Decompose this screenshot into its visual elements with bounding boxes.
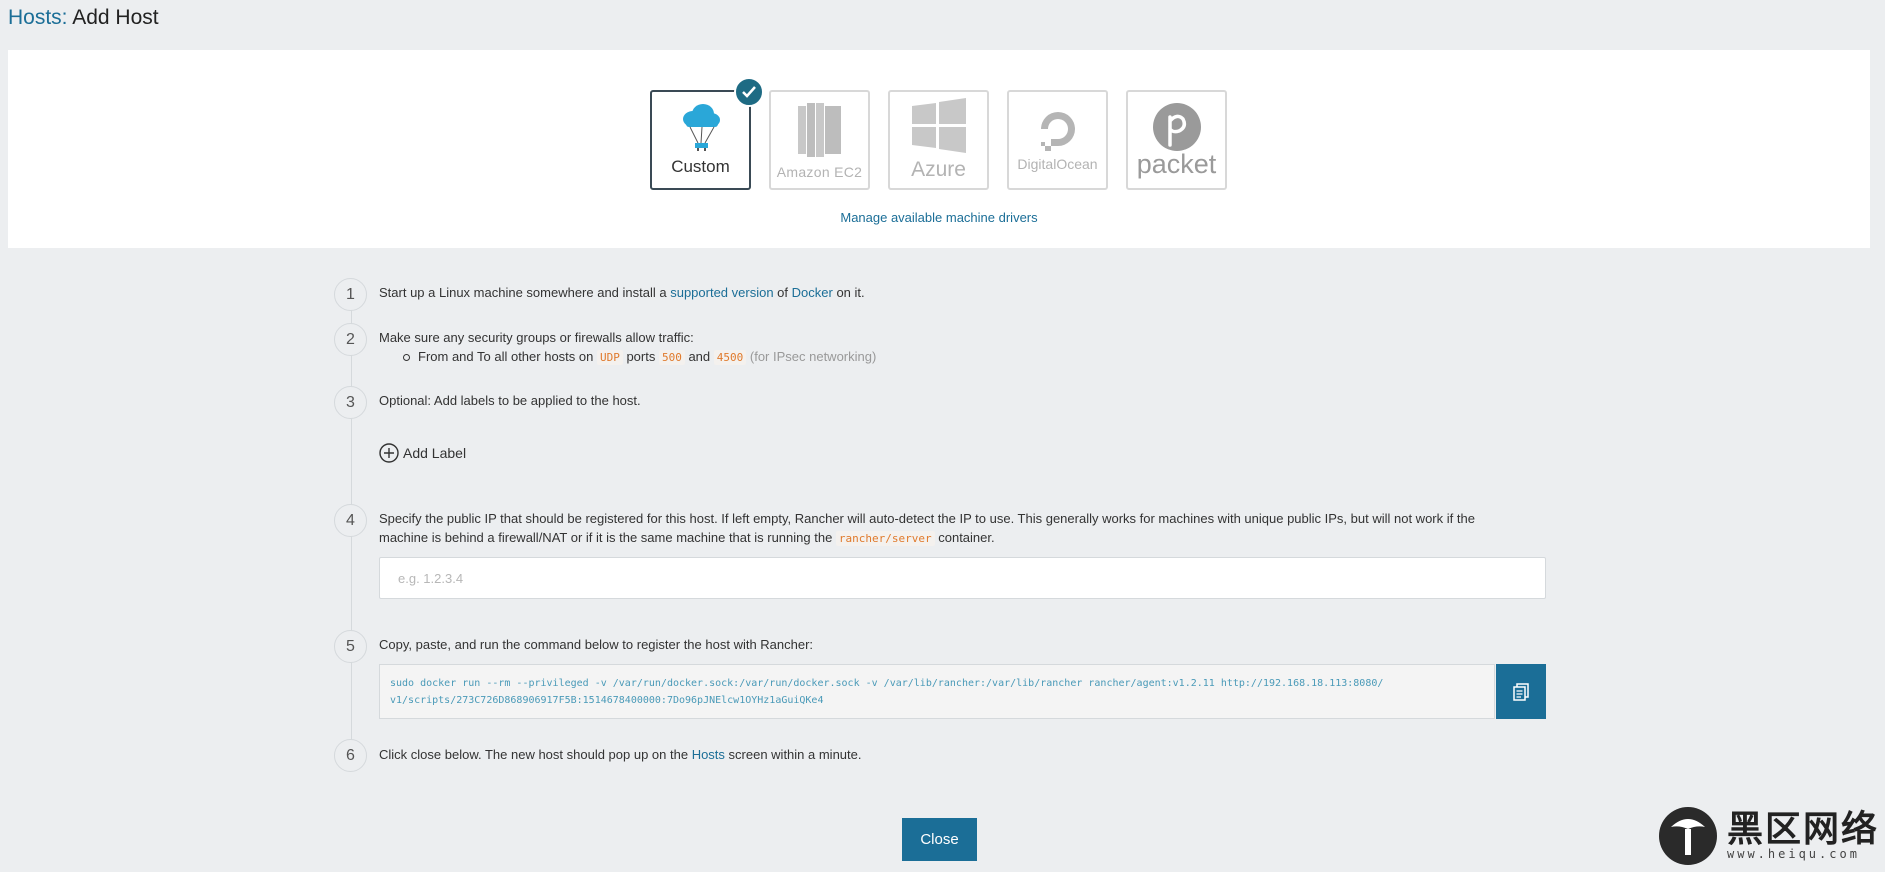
supported-version-link[interactable]: supported version (670, 285, 773, 300)
step-number-1: 1 (334, 278, 367, 311)
driver-custom[interactable]: Custom (650, 77, 764, 190)
step-2-bullet: From and To all other hosts on UDP ports… (379, 347, 876, 367)
rancher-server-code: rancher/server (835, 531, 935, 546)
aws-ec2-icon (797, 103, 841, 157)
close-button[interactable]: Close (902, 818, 977, 861)
page-title: Hosts: Add Host (8, 6, 159, 30)
selected-check-icon (734, 77, 764, 107)
breadcrumb-hosts[interactable]: Hosts: (8, 6, 68, 29)
driver-custom-label: Custom (671, 157, 730, 176)
site-watermark: 黑区网络 www.heiqu.com (1645, 800, 1885, 872)
watermark-url: www.heiqu.com (1727, 847, 1860, 861)
step-number-4: 4 (334, 504, 367, 537)
step-4-line1: Specify the public IP that should be reg… (379, 511, 1475, 526)
digitalocean-logo-icon (1040, 112, 1075, 151)
port-4500-code: 4500 (713, 350, 747, 365)
step-4-text: Specify the public IP that should be reg… (379, 509, 1549, 548)
driver-list: Custom Amazon EC2 Azure DigitalOcean pac… (650, 77, 1227, 190)
public-ip-input[interactable] (379, 557, 1546, 599)
step-6-pre: Click close below. The new host should p… (379, 747, 692, 762)
step-2-ports-word: ports (622, 349, 659, 364)
manage-machine-drivers-link[interactable]: Manage available machine drivers (8, 210, 1870, 225)
driver-digitalocean[interactable]: DigitalOcean (1007, 90, 1108, 190)
ipsec-note: (for IPsec networking) (746, 349, 877, 364)
driver-azure-label: Azure (911, 158, 966, 181)
step-number-5: 5 (334, 630, 367, 663)
parachute-cloud-icon (682, 104, 720, 151)
step-1-post: on it. (832, 285, 865, 300)
add-label-button[interactable]: Add Label (379, 443, 466, 463)
step-2-and-word: and (684, 349, 714, 364)
machine-driver-panel: Custom Amazon EC2 Azure DigitalOcean pac… (8, 50, 1870, 248)
step-4-line2-post: container. (934, 530, 995, 545)
step-1-mid: of (773, 285, 792, 300)
driver-digitalocean-label: DigitalOcean (1017, 156, 1098, 172)
step-5-text: Copy, paste, and run the command below t… (379, 637, 814, 652)
plus-circle-icon (379, 443, 399, 463)
driver-amazon-ec2-label: Amazon EC2 (776, 164, 863, 180)
hosts-link[interactable]: Hosts (692, 747, 725, 762)
add-label-text: Add Label (403, 445, 467, 461)
step-number-6: 6 (334, 739, 367, 772)
windows-logo-icon (911, 98, 966, 153)
step-1-text: Start up a Linux machine somewhere and i… (379, 283, 865, 302)
bullet-icon (403, 353, 410, 361)
driver-amazon-ec2[interactable]: Amazon EC2 (769, 90, 870, 190)
page-title-text: Add Host (72, 6, 159, 29)
step-6-text: Click close below. The new host should p… (379, 745, 862, 764)
step-4-line2: machine is behind a firewall/NAT or if i… (379, 528, 1549, 548)
step-number-2: 2 (334, 323, 367, 356)
packet-logo-icon (1152, 102, 1201, 151)
step-1-pre: Start up a Linux machine somewhere and i… (379, 285, 671, 300)
clipboard-icon (1513, 682, 1529, 701)
step-number-3: 3 (334, 386, 367, 419)
command-line-2: v1/scripts/273C726D868906917F5B:15146784… (390, 695, 824, 706)
docker-link[interactable]: Docker (792, 285, 833, 300)
step-3-text: Optional: Add labels to be applied to th… (379, 393, 641, 408)
step-2-text: Make sure any security groups or firewal… (379, 328, 876, 367)
step-4-line2-pre: machine is behind a firewall/NAT or if i… (379, 530, 836, 545)
driver-packet-label: packet (1136, 148, 1217, 179)
command-line-1: sudo docker run --rm --privileged -v /va… (390, 678, 1384, 689)
watermark-logo-icon (1659, 807, 1717, 865)
driver-azure[interactable]: Azure (888, 90, 989, 190)
protocol-code: UDP (596, 350, 623, 365)
driver-packet[interactable]: packet (1126, 90, 1227, 190)
step-2-heading: Make sure any security groups or firewal… (379, 330, 694, 345)
watermark-text: 黑区网络 (1727, 808, 1880, 849)
watermark-text-block: 黑区网络 www.heiqu.com (1727, 808, 1880, 862)
copy-command-button[interactable] (1496, 664, 1546, 719)
step-6-post: screen within a minute. (724, 747, 862, 762)
port-500-code: 500 (658, 350, 685, 365)
registration-command[interactable]: sudo docker run --rm --privileged -v /va… (379, 664, 1495, 719)
step-2-bullet-pre: From and To all other hosts on (418, 349, 597, 364)
